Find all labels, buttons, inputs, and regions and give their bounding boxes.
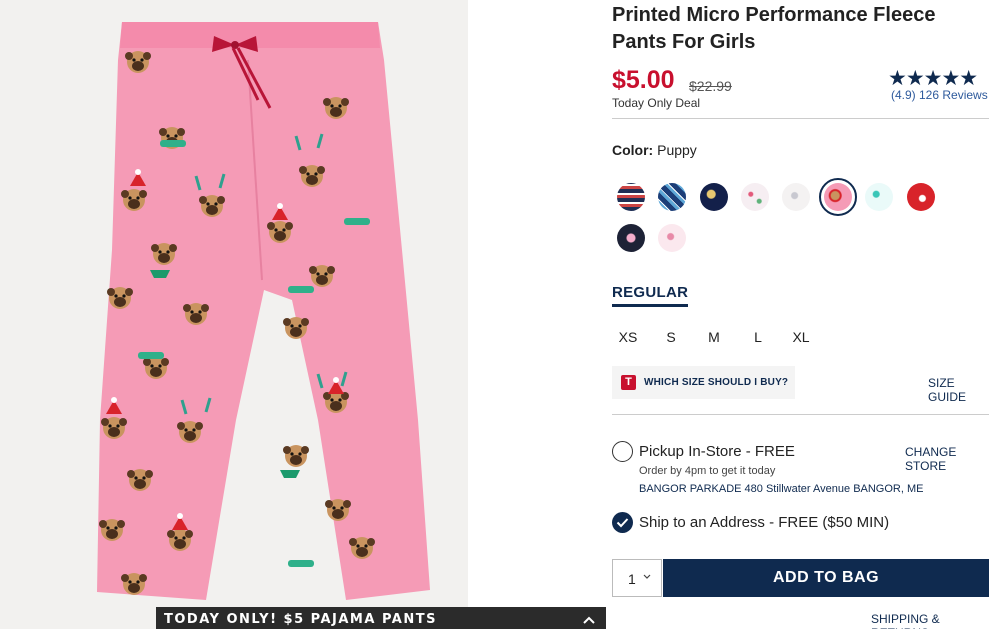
- quantity-value: 1: [628, 571, 636, 587]
- size-guide-link[interactable]: SIZE GUIDE: [928, 376, 992, 404]
- swatch-snowflake[interactable]: [782, 183, 810, 211]
- pickup-radio[interactable]: [612, 441, 633, 462]
- pajama-pants-image: [97, 22, 430, 600]
- shipping-returns-link[interactable]: SHIPPING & RETURNS: [871, 612, 992, 629]
- pickup-label[interactable]: Pickup In-Store - FREE: [639, 443, 795, 460]
- change-store-link[interactable]: CHANGE STORE: [905, 445, 992, 473]
- swatch-confetti[interactable]: [741, 183, 769, 211]
- size-option-s[interactable]: S: [656, 329, 686, 345]
- swatch-plaid[interactable]: [658, 183, 686, 211]
- tab-regular[interactable]: REGULAR: [612, 284, 689, 307]
- swatch-unicorn[interactable]: [617, 224, 645, 252]
- divider: [612, 118, 989, 119]
- fit-predictor-button[interactable]: T WHICH SIZE SHOULD I BUY?: [612, 366, 795, 399]
- store-address-link[interactable]: BANGOR PARKADE 480 Stillwater Avenue BAN…: [639, 483, 923, 495]
- color-selected-value: Puppy: [657, 142, 697, 158]
- reviews-link[interactable]: (4.9) 126 Reviews: [891, 88, 988, 102]
- swatch-mint-dots[interactable]: [865, 183, 893, 211]
- fit-logo-icon: T: [621, 375, 636, 390]
- checkmark-icon: [616, 518, 629, 528]
- ship-label[interactable]: Ship to an Address - FREE ($50 MIN): [639, 514, 889, 531]
- size-option-xs[interactable]: XS: [613, 329, 643, 345]
- pickup-order-by: Order by 4pm to get it today: [639, 465, 776, 477]
- swatch-navy-print[interactable]: [700, 183, 728, 211]
- size-option-l[interactable]: L: [743, 329, 773, 345]
- chevron-down-icon: [643, 574, 651, 579]
- promo-banner[interactable]: TODAY ONLY! $5 PAJAMA PANTS: [156, 607, 606, 629]
- divider: [612, 414, 989, 415]
- size-option-xl[interactable]: XL: [786, 329, 816, 345]
- swatch-fairisle[interactable]: [617, 183, 645, 211]
- product-title: Printed Micro Performance Fleece Pants F…: [612, 4, 936, 53]
- promo-banner-text: TODAY ONLY! $5 PAJAMA PANTS: [164, 612, 437, 627]
- quantity-select[interactable]: 1: [612, 559, 662, 597]
- color-label: Color: Puppy: [612, 142, 697, 158]
- color-label-heading: Color:: [612, 142, 654, 158]
- swatch-puppy[interactable]: [824, 183, 852, 211]
- product-image[interactable]: [0, 0, 468, 629]
- swatch-pink-stars[interactable]: [658, 224, 686, 252]
- chevron-up-icon[interactable]: [582, 613, 596, 627]
- fit-predictor-label: WHICH SIZE SHOULD I BUY?: [644, 377, 789, 388]
- add-to-bag-button[interactable]: ADD TO BAG: [663, 559, 989, 597]
- size-option-m[interactable]: M: [699, 329, 729, 345]
- sale-price: $5.00: [612, 66, 675, 94]
- ship-radio-checked[interactable]: [612, 512, 633, 533]
- original-price: $22.99: [689, 78, 732, 94]
- swatch-candy-cane[interactable]: [907, 183, 935, 211]
- deal-label: Today Only Deal: [612, 96, 701, 110]
